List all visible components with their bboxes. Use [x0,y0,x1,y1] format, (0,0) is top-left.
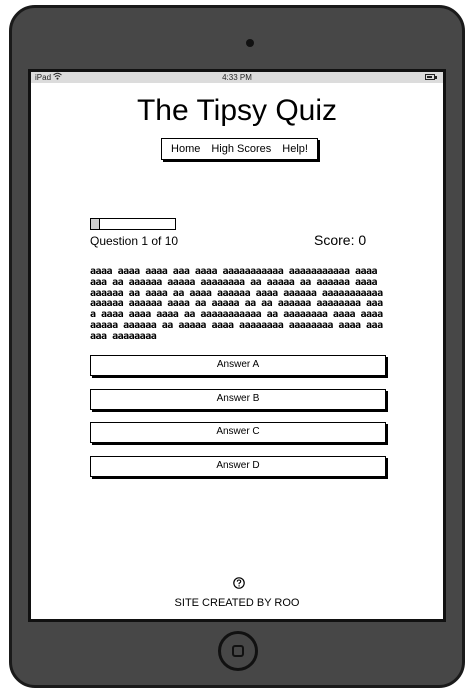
page-title: The Tipsy Quiz [136,94,338,127]
camera-icon [246,39,254,47]
answer-b-button[interactable]: Answer B [90,389,386,410]
answer-d-button[interactable]: Answer D [90,456,386,477]
question-counter: Question 1 of 10 [90,234,179,248]
status-bar: iPad 4:33 PM [31,72,443,83]
footer-credit: SITE CREATED BY ROO [174,597,300,609]
clock: 4:33 PM [222,73,252,82]
answer-c-button[interactable]: Answer C [90,422,386,443]
nav-help-link[interactable]: Help! [282,143,308,155]
nav-bar: Home High Scores Help! [161,138,318,160]
score-display: Score: 0 [314,232,367,248]
answer-a-button[interactable]: Answer A [90,355,386,376]
battery-icon [425,74,437,80]
home-button[interactable] [218,631,258,671]
screen: iPad 4:33 PM The Tipsy Quiz Home High Sc… [28,69,446,622]
nav-high-scores-link[interactable]: High Scores [211,143,271,155]
progress-fill [91,219,101,229]
question-text: aaaa aaaa aaaa aaa aaaa aaaaaaaaaaa aaaa… [90,266,389,342]
question-circle-icon[interactable] [233,576,245,589]
nav-home-link[interactable]: Home [171,143,200,155]
home-square-icon [232,645,244,657]
progress-bar [90,218,176,230]
